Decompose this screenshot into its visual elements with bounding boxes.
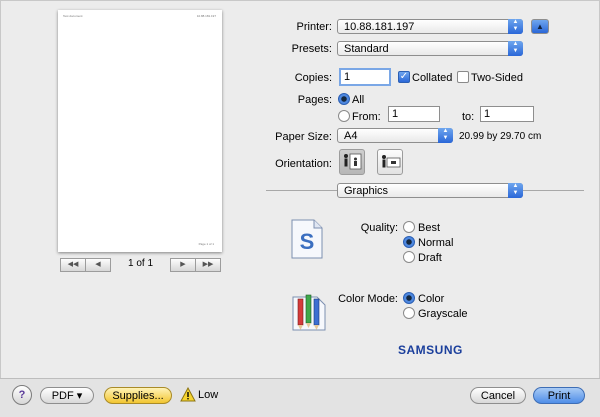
preview-header-left: Test document	[63, 14, 83, 18]
quality-draft-label: Draft	[418, 252, 442, 264]
copies-field[interactable]: 1	[339, 68, 391, 86]
collapse-details-button[interactable]: ▲	[531, 19, 549, 34]
pages-all-radio[interactable]	[338, 93, 350, 105]
printer-value: 10.88.181.197	[344, 21, 415, 33]
color-mode-grayscale-label: Grayscale	[418, 308, 468, 320]
color-mode-color-radio[interactable]	[403, 292, 415, 304]
pages-to-field[interactable]: 1	[480, 106, 534, 122]
preview-footer: Page 1 of 1	[198, 242, 214, 246]
printer-label: Printer:	[296, 21, 332, 33]
two-sided-checkbox[interactable]	[457, 71, 469, 83]
popup-arrows-icon: ▲ ▼	[508, 41, 523, 56]
help-button[interactable]: ?	[12, 385, 32, 405]
landscape-orientation-button[interactable]	[377, 149, 403, 175]
preview-header-right: 10.88.181.197	[196, 14, 216, 18]
paper-size-label: Paper Size:	[275, 131, 332, 143]
previous-page-button[interactable]: ◀	[85, 258, 111, 272]
samsung-logo: SAMSUNG	[398, 343, 463, 357]
paper-dimensions: 20.99 by 29.70 cm	[459, 131, 542, 142]
section-value: Graphics	[344, 185, 389, 197]
pages-all-label: All	[352, 94, 365, 106]
paper-size-value: A4	[344, 130, 358, 142]
popup-arrows-icon: ▲ ▼	[438, 128, 453, 143]
pages-from-radio[interactable]	[338, 110, 350, 122]
supply-level-text: Low	[198, 389, 219, 401]
color-mode-label: Color Mode:	[338, 293, 398, 305]
color-mode-color-label: Color	[418, 293, 445, 305]
print-button[interactable]: Print	[533, 387, 585, 404]
color-mode-grayscale-radio[interactable]	[403, 307, 415, 319]
supplies-button[interactable]: Supplies...	[104, 387, 172, 404]
printer-popup[interactable]: 10.88.181.197 ▲ ▼	[337, 19, 523, 34]
first-page-button[interactable]: ◀◀	[60, 258, 86, 272]
landscape-person-icon	[382, 155, 401, 168]
copies-label: Copies:	[294, 72, 332, 84]
paper-size-popup[interactable]: A4 ▲ ▼	[337, 128, 453, 143]
pages-to-label: to:	[462, 111, 475, 123]
cancel-button[interactable]: Cancel	[470, 387, 526, 404]
next-page-button[interactable]: ▶	[170, 258, 196, 272]
quality-label: Quality:	[360, 222, 398, 234]
preview-back-controls: ◀◀ ◀	[60, 258, 111, 272]
section-popup[interactable]: Graphics ▲ ▼	[337, 183, 523, 198]
color-pencils-icon	[292, 291, 326, 334]
page-preview: Test document 10.88.181.197 Page 1 of 1	[58, 10, 222, 252]
warning-icon	[180, 386, 196, 405]
quality-normal-label: Normal	[418, 237, 454, 249]
popup-arrows-icon: ▲ ▼	[508, 183, 523, 198]
quality-draft-radio[interactable]	[403, 251, 415, 263]
page-counter: 1 of 1	[128, 258, 154, 269]
preview-forward-controls: ▶ ▶▶	[170, 258, 221, 272]
quality-best-radio[interactable]	[403, 221, 415, 233]
pages-from-field[interactable]: 1	[388, 106, 440, 122]
collated-label: Collated	[412, 72, 453, 84]
orientation-label: Orientation:	[275, 158, 332, 170]
quality-document-icon: S	[290, 219, 324, 262]
last-page-button[interactable]: ▶▶	[195, 258, 221, 272]
pdf-menu-button[interactable]: PDF ▾	[40, 387, 94, 404]
quality-best-label: Best	[418, 222, 441, 234]
two-sided-label: Two-Sided	[471, 72, 523, 84]
quality-normal-radio[interactable]	[403, 236, 415, 248]
presets-popup[interactable]: Standard ▲ ▼	[337, 41, 523, 56]
popup-arrows-icon: ▲ ▼	[508, 19, 523, 34]
collated-checkbox[interactable]: ✓	[398, 71, 410, 83]
pages-from-label: From:	[352, 111, 381, 123]
pages-label: Pages:	[297, 94, 332, 106]
portrait-person-icon	[344, 153, 362, 170]
presets-value: Standard	[344, 43, 389, 55]
portrait-orientation-button[interactable]	[339, 149, 365, 175]
svg-text:S: S	[300, 229, 315, 254]
print-dialog: Test document 10.88.181.197 Page 1 of 1 …	[0, 0, 600, 417]
presets-label: Presets:	[291, 43, 332, 55]
